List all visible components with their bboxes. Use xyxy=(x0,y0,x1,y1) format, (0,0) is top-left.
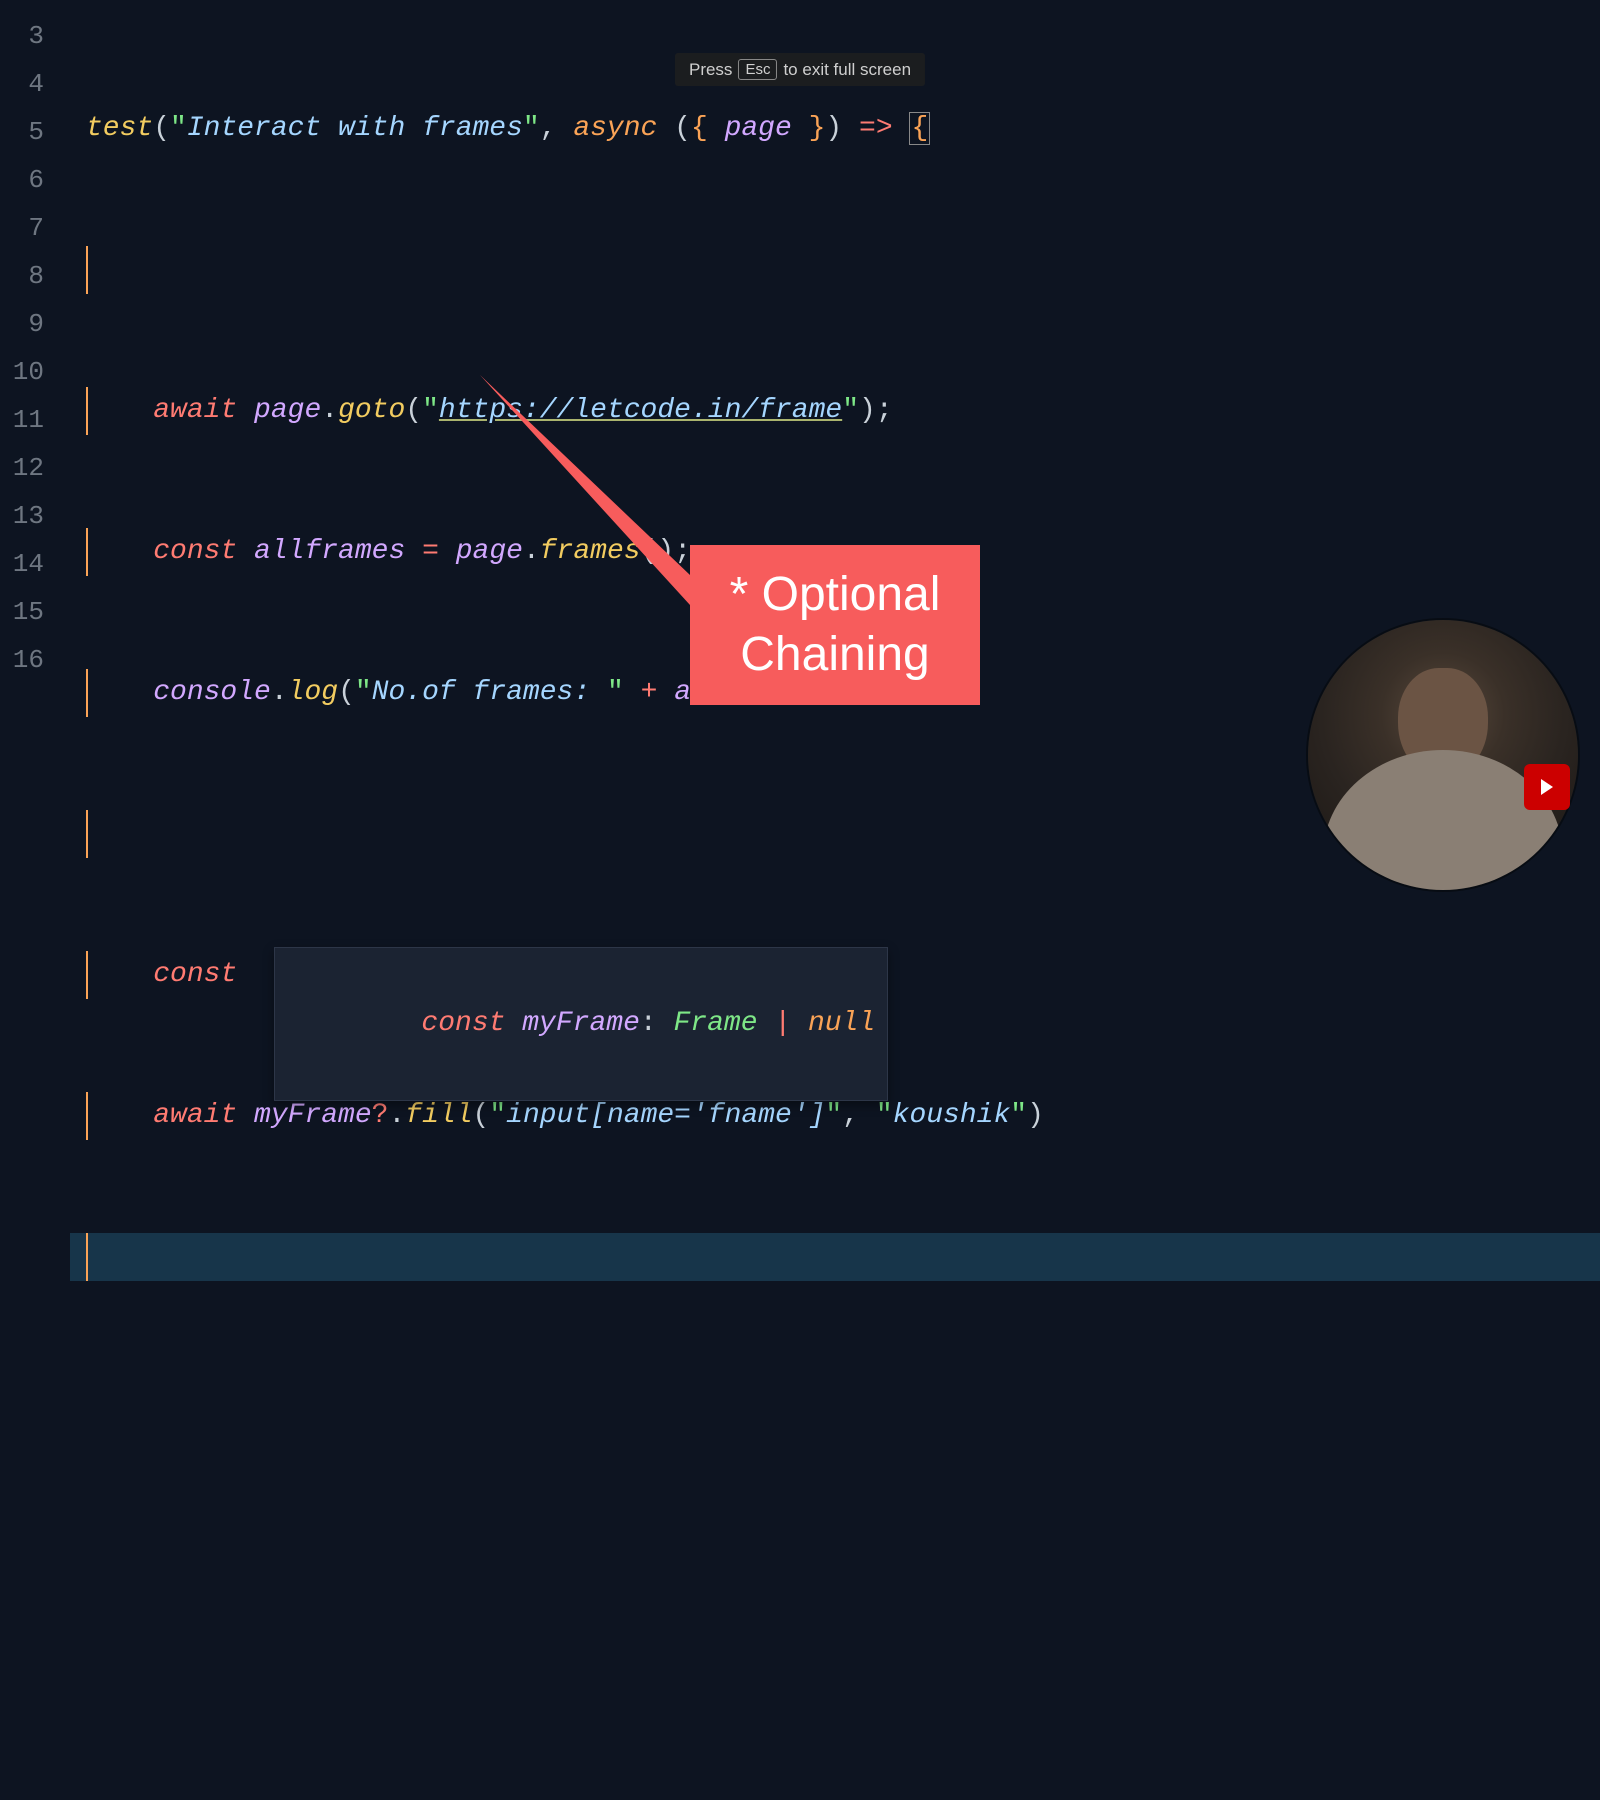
hint-press: Press xyxy=(689,60,732,80)
code-line[interactable]: await page.goto("https://letcode.in/fram… xyxy=(70,387,1600,435)
token-goto: goto xyxy=(338,395,405,426)
exit-fullscreen-hint: Press Esc to exit full screen xyxy=(675,53,925,86)
token-string: Interact with frames xyxy=(187,113,523,144)
code-line[interactable] xyxy=(70,1704,1600,1752)
code-line[interactable] xyxy=(70,1374,1600,1422)
token-arrow: => xyxy=(859,113,893,144)
code-line-current[interactable] xyxy=(70,1233,1600,1281)
token-frames: frames xyxy=(540,536,641,567)
token-eq: = xyxy=(422,536,439,567)
line-number: 13 xyxy=(0,492,70,540)
code-line[interactable]: test("Interact with frames", async ({ pa… xyxy=(70,105,1600,153)
token-optional-chain: ? xyxy=(372,1100,389,1131)
code-editor[interactable]: 3 4 5 6 7 8 9 10 11 12 13 14 15 16 test(… xyxy=(0,0,1600,1800)
token-fill: fill xyxy=(405,1100,472,1131)
token-value: koushik xyxy=(893,1100,1011,1131)
line-number: 10 xyxy=(0,348,70,396)
line-number-gutter: 3 4 5 6 7 8 9 10 11 12 13 14 15 16 xyxy=(0,0,70,1800)
line-number: 8 xyxy=(0,252,70,300)
type-hover-tooltip: const myFrame: Frame | null xyxy=(274,947,888,1101)
token-allframes: allframes xyxy=(254,536,405,567)
line-number: 16 xyxy=(0,636,70,684)
token-page: page xyxy=(456,536,523,567)
code-line[interactable] xyxy=(70,1594,1600,1642)
token-myframe: myFrame xyxy=(254,1100,372,1131)
token-page: page xyxy=(725,113,792,144)
open-brace-highlighted: { xyxy=(909,112,930,145)
line-number: 9 xyxy=(0,300,70,348)
token-test: test xyxy=(86,113,153,144)
line-number: 14 xyxy=(0,540,70,588)
line-number: 7 xyxy=(0,204,70,252)
esc-key-icon: Esc xyxy=(738,59,777,80)
token-const: const xyxy=(153,959,237,990)
token-plus: + xyxy=(641,677,658,708)
subscribe-badge-icon[interactable] xyxy=(1524,764,1570,810)
code-line[interactable]: const allframes = page.frames(); xyxy=(70,528,1600,576)
token-log: log xyxy=(288,677,338,708)
line-number: 11 xyxy=(0,396,70,444)
token-allframes: allframes xyxy=(674,677,825,708)
code-line[interactable] xyxy=(70,246,1600,294)
code-line[interactable] xyxy=(70,1484,1600,1532)
token-await: await xyxy=(153,395,237,426)
line-number: 15 xyxy=(0,588,70,636)
token-async: async xyxy=(573,113,657,144)
token-selector: input[name='fname'] xyxy=(506,1100,825,1131)
token-await: await xyxy=(153,1100,237,1131)
token-string: No.of frames: xyxy=(372,677,607,708)
code-area[interactable]: test("Interact with frames", async ({ pa… xyxy=(70,0,1600,1800)
presenter-webcam xyxy=(1308,620,1578,890)
token-page: page xyxy=(254,395,321,426)
hint-rest: to exit full screen xyxy=(783,60,911,80)
line-number: 5 xyxy=(0,108,70,156)
line-number: 3 xyxy=(0,12,70,60)
line-number: 6 xyxy=(0,156,70,204)
code-line[interactable]: const r") const myFrame: Frame | null xyxy=(70,951,1600,999)
line-number: 12 xyxy=(0,444,70,492)
line-number: 4 xyxy=(0,60,70,108)
token-url: https://letcode.in/frame xyxy=(439,395,842,426)
token-length: length xyxy=(842,677,943,708)
token-const: const xyxy=(153,536,237,567)
